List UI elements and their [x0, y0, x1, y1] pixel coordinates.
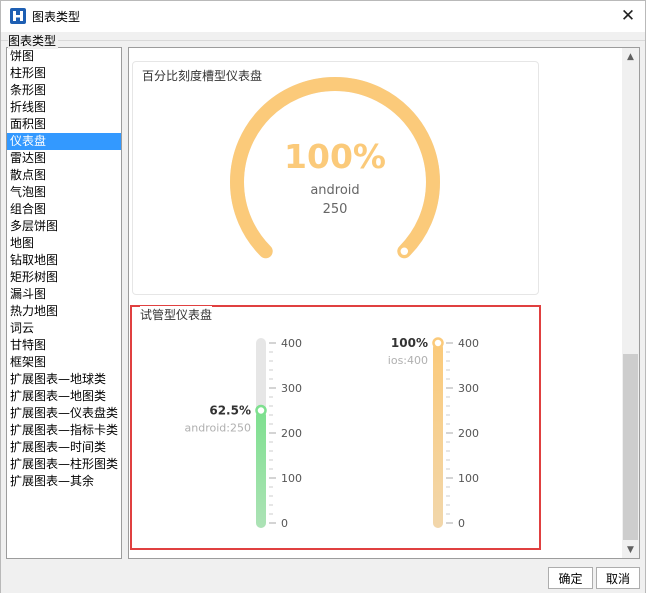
chart-type-item[interactable]: 扩展图表—地图类	[7, 388, 121, 405]
chart-type-item[interactable]: 面积图	[7, 116, 121, 133]
group-label: 图表类型	[8, 32, 59, 49]
chart-type-item[interactable]: 扩展图表—仪表盘类	[7, 405, 121, 422]
chart-type-item[interactable]: 条形图	[7, 82, 121, 99]
test-tube-gauge-card-selected[interactable]: 试管型仪表盘 62.5% android:250 400 300 200 100 0 100%…	[130, 305, 541, 550]
chart-type-list[interactable]: 饼图 柱形图 条形图 折线图 面积图 仪表盘 雷达图 散点图 气泡图 组合图 多层饼图 地图 钻取地图矩…	[6, 47, 122, 559]
tube-axis-tick-label: 100	[281, 472, 302, 485]
chart-type-item[interactable]: 饼图	[7, 48, 121, 65]
dialog-footer: 确定 取消	[1, 560, 645, 593]
chart-type-item[interactable]: 折线图	[7, 99, 121, 116]
chart-type-item[interactable]: 扩展图表—柱形图类	[7, 456, 121, 473]
tube-percent-text: 62.5%	[209, 404, 251, 418]
title-bar: 图表类型 ✕	[1, 1, 645, 32]
app-logo-icon	[10, 8, 26, 24]
tube-axis-tick-label: 300	[458, 382, 479, 395]
tube-axis-tick-label: 0	[281, 517, 288, 530]
tube-marker	[432, 337, 444, 349]
chart-type-item[interactable]: 组合图	[7, 201, 121, 218]
chart-type-item[interactable]: 扩展图表—时间类	[7, 439, 121, 456]
tube-axis-tick-label: 200	[458, 427, 479, 440]
gauge-value-label: 250	[323, 202, 348, 217]
chart-type-item[interactable]: 气泡图	[7, 184, 121, 201]
chart-preview-panel[interactable]: 百分比刻度槽型仪表盘 100% android 250 试管型仪表盘 62.5%…	[128, 47, 640, 559]
tube-axis-tick-label: 400	[458, 337, 479, 350]
chart-type-item[interactable]: 词云	[7, 320, 121, 337]
chart-type-item[interactable]: 柱形图	[7, 65, 121, 82]
preview-scrollbar[interactable]: ▲ ▼	[622, 48, 639, 558]
tube-axis-tick-label: 200	[281, 427, 302, 440]
chart-type-item[interactable]: 仪表盘	[7, 133, 121, 150]
tube-label: android:250	[185, 422, 251, 435]
chart-type-item[interactable]: 钻取地图	[7, 252, 121, 269]
gauge-end-marker	[398, 245, 411, 258]
chart-type-item[interactable]: 多层饼图	[7, 218, 121, 235]
scroll-up-icon[interactable]: ▲	[622, 48, 639, 65]
tube-fill	[256, 410, 266, 528]
gauge-category-label: android	[310, 183, 359, 198]
chart-type-item[interactable]: 甘特图	[7, 337, 121, 354]
chart-type-dialog: 图表类型 ✕ 图表类型 饼图 柱形图 条形图 折线图 面积图 仪表盘 雷达图 散点图 气泡图 组合…	[0, 0, 646, 593]
chart-type-item[interactable]: 热力地图	[7, 303, 121, 320]
scrollbar-thumb[interactable]	[623, 354, 638, 540]
tube-label: ios:400	[388, 354, 428, 367]
tube-marker	[255, 404, 267, 417]
window-title: 图表类型	[32, 10, 81, 24]
group-divider	[1, 40, 645, 41]
chart-type-item[interactable]: 雷达图	[7, 150, 121, 167]
tube-axis-tick-label: 400	[281, 337, 302, 350]
close-icon[interactable]: ✕	[611, 1, 645, 31]
chart-type-item[interactable]: 地图	[7, 235, 121, 252]
test-tube-gauge-chart: 62.5% android:250 400 300 200 100 0 100% ios:400…	[185, 336, 479, 530]
scroll-down-icon[interactable]: ▼	[622, 541, 639, 558]
chart-type-item[interactable]: 框架图	[7, 354, 121, 371]
chart-type-item[interactable]: 扩展图表—其余	[7, 473, 121, 490]
tube-percent-text: 100%	[391, 336, 428, 350]
tube-axis-tick-label: 300	[281, 382, 302, 395]
chart-type-item[interactable]: 扩展图表—地球类	[7, 371, 121, 388]
tube-fill	[433, 343, 443, 528]
ok-button[interactable]: 确定	[548, 567, 593, 589]
gauge-value-text: 100%	[284, 137, 386, 176]
chart-type-item[interactable]: 漏斗图	[7, 286, 121, 303]
tube-axis-tick-label: 100	[458, 472, 479, 485]
chart-type-item[interactable]: 矩形树图	[7, 269, 121, 286]
chart-type-item[interactable]: 扩展图表—指标卡类	[7, 422, 121, 439]
tube-axis-tick-label: 0	[458, 517, 465, 530]
percent-slot-gauge-card[interactable]: 百分比刻度槽型仪表盘 100% android 250	[132, 61, 539, 295]
percent-slot-gauge-chart: 100% android 250	[230, 77, 440, 259]
chart-type-item[interactable]: 散点图	[7, 167, 121, 184]
cancel-button[interactable]: 取消	[596, 567, 640, 589]
